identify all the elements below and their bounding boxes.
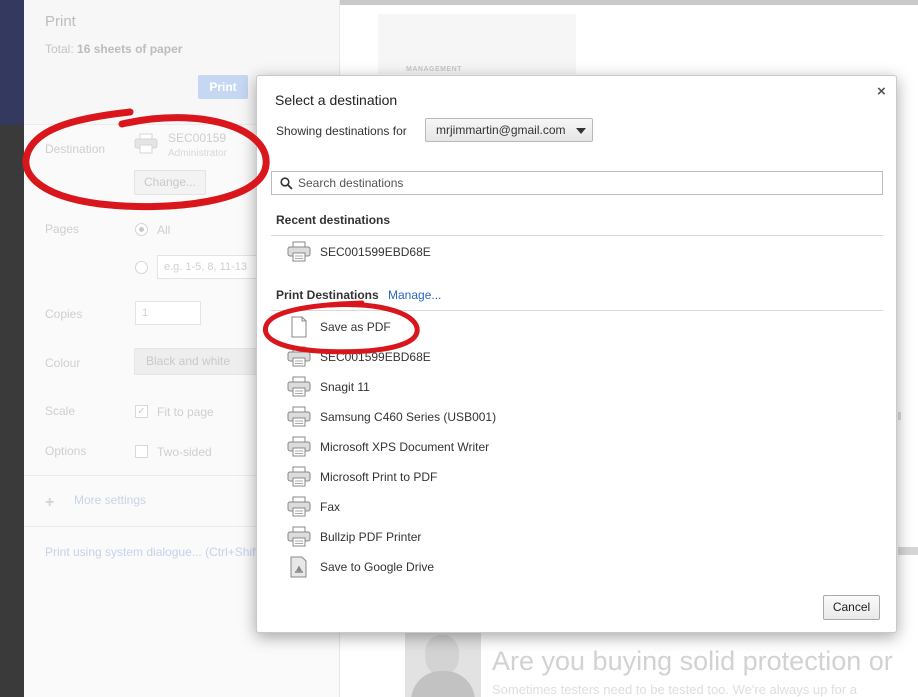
copies-label: Copies	[45, 307, 83, 321]
preview-header-block	[378, 14, 576, 74]
destination-item[interactable]: Snagit 11	[287, 374, 847, 400]
pages-all-radio[interactable]	[135, 223, 148, 236]
cancel-button[interactable]: Cancel	[823, 595, 880, 620]
pages-all-label: All	[157, 223, 171, 237]
dialog-title: Select a destination	[275, 92, 398, 108]
copies-input[interactable]: 1	[135, 301, 201, 325]
preview-category: MANAGEMENT	[406, 66, 462, 73]
printer-icon	[287, 346, 311, 368]
destination-label: Destination	[45, 142, 106, 156]
showing-destinations-label: Showing destinations for	[276, 124, 407, 138]
fit-to-page-label: Fit to page	[157, 405, 214, 419]
destination-item[interactable]: Bullzip PDF Printer	[287, 524, 847, 550]
system-dialogue-link[interactable]: Print using system dialogue... (Ctrl+Shi…	[45, 545, 259, 559]
account-dropdown[interactable]: mrjimmartin@gmail.com	[425, 118, 593, 142]
search-input[interactable]	[298, 174, 868, 192]
plus-icon: +	[45, 494, 55, 511]
destination-item[interactable]: Microsoft XPS Document Writer	[287, 434, 847, 460]
preview-headline: Are you buying solid protection or	[492, 646, 893, 676]
search-field[interactable]	[271, 171, 883, 195]
drive-icon	[287, 556, 311, 578]
destination-label: SEC001599EBD68E	[320, 245, 431, 259]
window-edge	[0, 0, 24, 697]
printer-icon	[287, 496, 311, 518]
search-icon	[280, 177, 293, 190]
fit-to-page-checkbox[interactable]: ✓	[135, 405, 148, 418]
destination-label: Samsung C460 Series (USB001)	[320, 410, 497, 424]
pages-label: Pages	[45, 222, 80, 236]
destination-name: SEC00159	[168, 131, 227, 145]
total-label: Total:	[45, 42, 74, 56]
destination-sub: Administrator	[168, 148, 227, 159]
printer-icon	[287, 526, 311, 548]
destination-item[interactable]: Microsoft Print to PDF	[287, 464, 847, 490]
author-photo	[405, 627, 481, 697]
destination-label: SEC001599EBD68E	[320, 350, 431, 364]
total-value: 16 sheets of paper	[77, 42, 183, 56]
destination-label: Save as PDF	[320, 320, 391, 334]
more-settings-link[interactable]: More settings	[74, 493, 146, 507]
preview-subline: Sometimes testers need to be tested too.…	[492, 682, 857, 697]
two-sided-checkbox[interactable]	[135, 445, 148, 458]
destination-label: Bullzip PDF Printer	[320, 530, 422, 544]
account-value: mrjimmartin@gmail.com	[436, 123, 566, 137]
destination-label: Save to Google Drive	[320, 560, 435, 574]
printer-icon	[287, 241, 311, 263]
destination-item[interactable]: Save to Google Drive	[287, 554, 847, 580]
preview-mark	[898, 412, 901, 420]
options-label: Options	[45, 444, 87, 458]
divider	[271, 235, 883, 236]
printer-icon	[287, 376, 311, 398]
close-icon[interactable]: ×	[877, 83, 886, 100]
destination-label: Fax	[320, 500, 341, 514]
print-destinations-heading: Print Destinations	[276, 288, 379, 302]
destination-item[interactable]: SEC001599EBD68E	[287, 239, 847, 265]
chevron-down-icon	[576, 128, 586, 134]
printer-icon	[134, 133, 158, 155]
select-destination-dialog: Select a destination × Showing destinati…	[256, 75, 897, 633]
window-edge-accent	[0, 0, 24, 125]
destination-label: Snagit 11	[320, 380, 370, 394]
pages-custom-radio[interactable]	[135, 261, 148, 274]
printer-icon	[287, 436, 311, 458]
two-sided-label: Two-sided	[157, 445, 212, 459]
printer-icon	[287, 466, 311, 488]
manage-link[interactable]: Manage...	[388, 288, 441, 302]
destination-item[interactable]: SEC001599EBD68E	[287, 344, 847, 370]
destination-item[interactable]: Save as PDF	[287, 314, 847, 340]
printer-icon	[287, 406, 311, 428]
scale-label: Scale	[45, 404, 76, 418]
document-icon	[287, 316, 311, 338]
colour-select[interactable]: Black and white	[134, 348, 264, 375]
print-title: Print	[45, 13, 76, 30]
print-button[interactable]: Print	[198, 75, 248, 99]
preview-mark	[898, 547, 918, 555]
change-destination-button[interactable]: Change...	[134, 170, 206, 195]
divider	[271, 310, 883, 311]
total-sheets: Total: 16 sheets of paper	[45, 42, 182, 56]
destination-label: Microsoft XPS Document Writer	[320, 440, 490, 454]
destination-label: Microsoft Print to PDF	[320, 470, 438, 484]
destination-item[interactable]: Fax	[287, 494, 847, 520]
colour-label: Colour	[45, 356, 81, 370]
recent-destinations-heading: Recent destinations	[276, 213, 391, 227]
destination-item[interactable]: Samsung C460 Series (USB001)	[287, 404, 847, 430]
pages-custom-input[interactable]: e.g. 1-5, 8, 11-13	[157, 255, 257, 279]
